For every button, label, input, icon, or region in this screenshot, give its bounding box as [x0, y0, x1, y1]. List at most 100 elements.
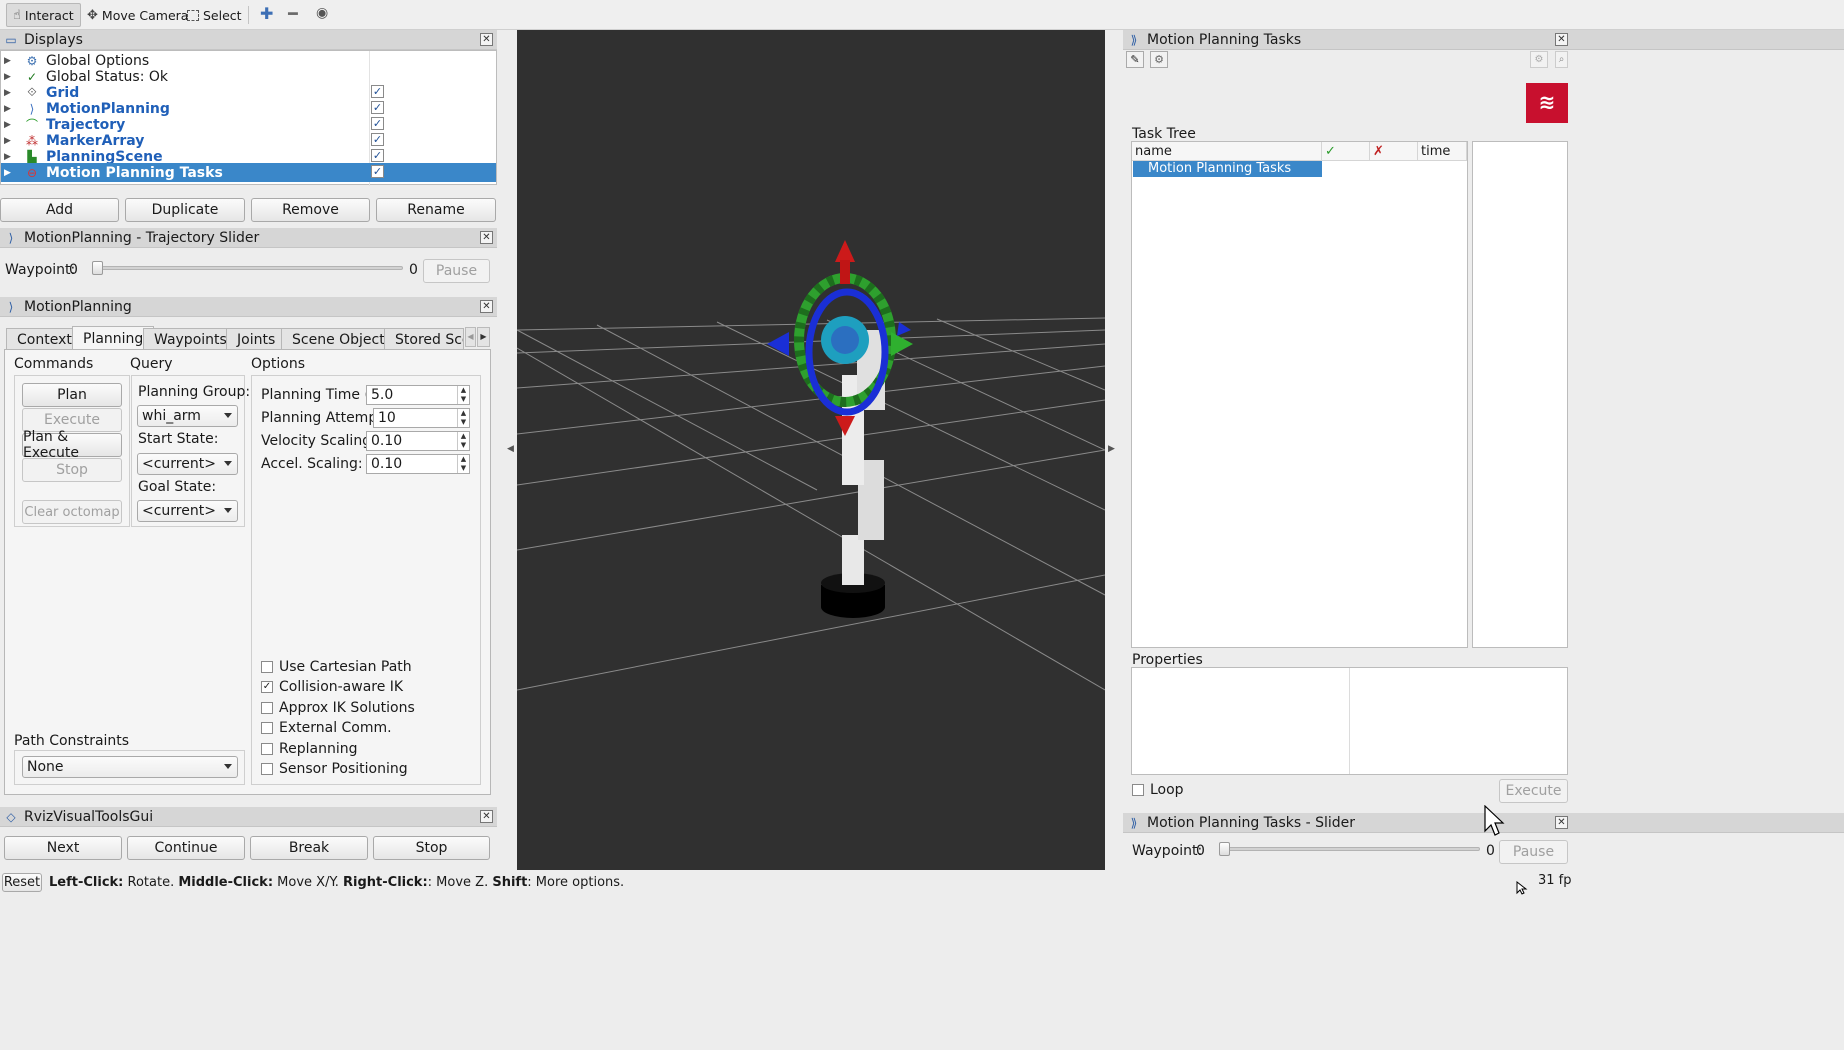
eye-icon[interactable]: ◉ — [316, 5, 328, 21]
stop-visual-tools-button[interactable]: Stop — [373, 836, 490, 860]
planning-group-select[interactable]: whi_arm — [137, 405, 238, 427]
tab-waypoints[interactable]: Waypoints — [143, 328, 238, 350]
spin-arrows-icon[interactable]: ▲ ▼ — [457, 432, 469, 450]
display-item-motion-planning-tasks[interactable]: ▶ ⊖ Motion Planning Tasks ✓ — [1, 163, 496, 182]
select-tool-button[interactable]: Select — [180, 3, 249, 27]
close-icon[interactable]: ✕ — [480, 33, 493, 46]
planning-attempts-input[interactable]: 10 ▲ ▼ — [373, 408, 470, 428]
close-icon[interactable]: ✕ — [480, 300, 493, 313]
mpt-slider-handle[interactable] — [1219, 842, 1230, 856]
rename-display-button[interactable]: Rename — [376, 198, 496, 222]
mpt-pause-button[interactable]: Pause — [1499, 840, 1568, 864]
column-header-name[interactable]: name — [1132, 142, 1322, 161]
remove-display-button[interactable]: Remove — [251, 198, 370, 222]
approx-ik-solutions-checkbox[interactable]: Approx IK Solutions — [261, 700, 415, 716]
column-header-success[interactable]: ✓ — [1322, 142, 1370, 161]
collapse-left-arrow-icon[interactable]: ◀ — [507, 444, 514, 454]
collision-aware-ik-checkbox[interactable]: ✓ Collision-aware IK — [261, 679, 403, 695]
spin-arrows-icon[interactable]: ▲ ▼ — [457, 409, 469, 427]
close-icon[interactable]: ✕ — [480, 231, 493, 244]
accel-scaling-label: Accel. Scaling: — [261, 456, 363, 472]
tab-scroll-left-icon[interactable]: ◀ — [465, 327, 476, 347]
trajectory-slider-track[interactable] — [92, 266, 403, 270]
settings-gear-icon[interactable]: ⚙ — [1150, 51, 1168, 68]
start-state-select[interactable]: <current> — [137, 453, 238, 475]
checkbox-box[interactable] — [261, 763, 273, 775]
tab-joints[interactable]: Joints — [226, 328, 287, 350]
clear-octomap-button[interactable]: Clear octomap — [22, 500, 122, 524]
checkbox-box[interactable] — [1132, 784, 1144, 796]
duplicate-display-button[interactable]: Duplicate — [125, 198, 245, 222]
fps-counter: 31 fp — [1538, 873, 1572, 888]
interact-tool-button[interactable]: ☝ Interact — [6, 3, 81, 27]
3d-viewport[interactable] — [516, 30, 1106, 870]
display-enabled-checkbox[interactable]: ✓ — [371, 101, 384, 114]
goal-state-select[interactable]: <current> — [137, 500, 238, 522]
tool-icon[interactable]: ⚙ — [1530, 51, 1548, 68]
edit-icon[interactable]: ✎ — [1126, 51, 1144, 68]
checkbox-box[interactable] — [261, 743, 273, 755]
arrow-right-green[interactable] — [891, 332, 913, 356]
remove-tool-icon[interactable]: ━ — [288, 4, 298, 23]
spin-arrows-icon[interactable]: ▲ ▼ — [457, 386, 469, 404]
mpt-slider-track[interactable] — [1219, 847, 1480, 851]
path-constraints-select[interactable]: None — [22, 756, 238, 778]
execute-task-button[interactable]: Execute — [1499, 779, 1568, 803]
arrow-right-blue[interactable] — [897, 322, 911, 336]
expand-arrow-icon[interactable]: ▶ — [4, 168, 14, 178]
display-enabled-checkbox[interactable]: ✓ — [371, 85, 384, 98]
expand-arrow-icon[interactable]: ▶ — [4, 88, 14, 98]
expand-arrow-icon[interactable]: ▶ — [4, 56, 14, 66]
expand-arrow-icon[interactable]: ▶ — [4, 136, 14, 146]
column-header-time[interactable]: time — [1418, 142, 1467, 161]
add-tool-icon[interactable]: ✚ — [260, 4, 273, 23]
tab-stored-scenes[interactable]: Stored Scen — [384, 328, 464, 350]
expand-arrow-icon[interactable]: ▶ — [4, 104, 14, 114]
loop-checkbox[interactable]: Loop — [1132, 782, 1184, 798]
interact-label: Interact — [24, 7, 74, 23]
accel-scaling-input[interactable]: 0.10 ▲ ▼ — [366, 454, 470, 474]
velocity-scaling-input[interactable]: 0.10 ▲ ▼ — [366, 431, 470, 451]
expand-arrow-icon[interactable]: ▶ — [4, 72, 14, 82]
tab-scroll-right-icon[interactable]: ▶ — [477, 327, 490, 347]
display-enabled-checkbox[interactable]: ✓ — [371, 117, 384, 130]
pause-button[interactable]: Pause — [423, 259, 490, 283]
add-display-button[interactable]: Add — [0, 198, 119, 222]
collapse-right-arrow-icon[interactable]: ▶ — [1108, 444, 1115, 454]
expand-arrow-icon[interactable]: ▶ — [4, 120, 14, 130]
checkbox-box[interactable]: ✓ — [261, 681, 273, 693]
sensor-positioning-checkbox[interactable]: Sensor Positioning — [261, 761, 408, 777]
next-button[interactable]: Next — [4, 836, 122, 860]
arrow-left-blue[interactable] — [767, 332, 789, 356]
checkbox-box[interactable] — [261, 702, 273, 714]
use-cartesian-path-checkbox[interactable]: Use Cartesian Path — [261, 659, 412, 675]
external-comm-checkbox[interactable]: External Comm. — [261, 720, 392, 736]
search-icon[interactable]: ⌕ — [1555, 51, 1568, 68]
replanning-checkbox[interactable]: Replanning — [261, 741, 357, 757]
arrow-up-red[interactable] — [835, 240, 855, 262]
continue-button[interactable]: Continue — [127, 836, 245, 860]
close-icon[interactable]: ✕ — [480, 810, 493, 823]
plan-button[interactable]: Plan — [22, 383, 122, 407]
trajectory-slider-handle[interactable] — [92, 261, 103, 275]
move-camera-tool-button[interactable]: ✥ Move Camera — [80, 3, 195, 27]
checkbox-box[interactable] — [261, 722, 273, 734]
plan-and-execute-button[interactable]: Plan & Execute — [22, 429, 122, 461]
planning-group-label: Planning Group: — [138, 384, 251, 400]
display-enabled-checkbox[interactable]: ✓ — [371, 133, 384, 146]
display-enabled-checkbox[interactable]: ✓ — [371, 149, 384, 162]
display-enabled-checkbox[interactable]: ✓ — [371, 165, 384, 178]
expand-arrow-icon[interactable]: ▶ — [4, 152, 14, 162]
stop-button[interactable]: Stop — [22, 458, 122, 482]
column-header-fail[interactable]: ✗ — [1370, 142, 1418, 161]
planning-time-input[interactable]: 5.0 ▲ ▼ — [366, 385, 470, 405]
spin-arrows-icon[interactable]: ▲ ▼ — [457, 455, 469, 473]
break-button[interactable]: Break — [250, 836, 368, 860]
task-row[interactable]: Motion Planning Tasks — [1133, 161, 1322, 177]
mpt-panel-header: ⟫ Motion Planning Tasks ✕ — [1123, 30, 1844, 50]
tab-planning[interactable]: Planning — [72, 326, 155, 350]
close-icon[interactable]: ✕ — [1555, 33, 1568, 46]
checkbox-box[interactable] — [261, 661, 273, 673]
close-icon[interactable]: ✕ — [1555, 816, 1568, 829]
reset-button[interactable]: Reset — [2, 873, 42, 892]
